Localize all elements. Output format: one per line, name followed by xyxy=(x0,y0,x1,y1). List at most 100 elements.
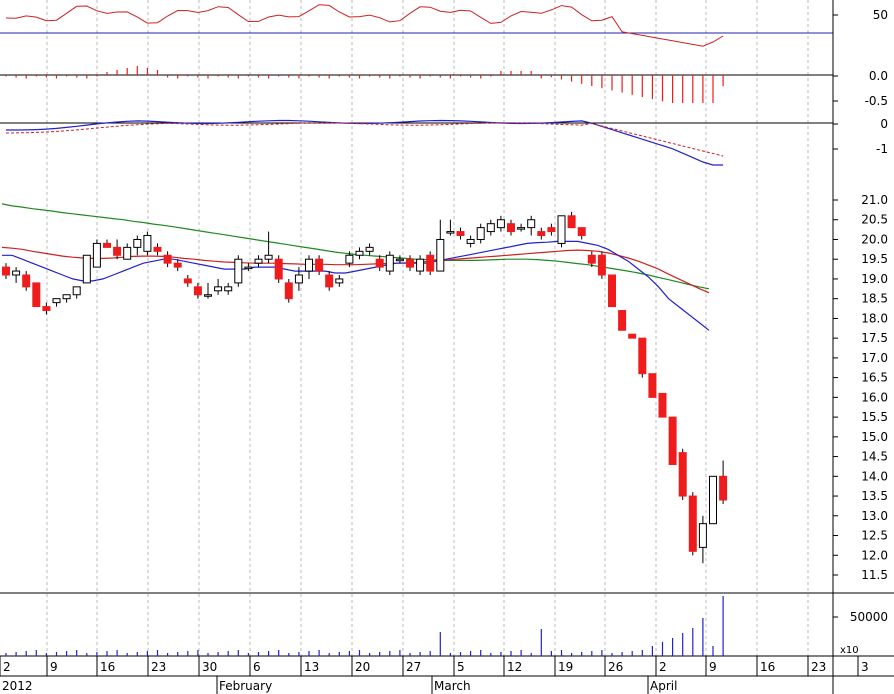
date-tick-label: 2 xyxy=(659,660,667,674)
candle xyxy=(365,246,374,252)
price-tick-label: 18.5 xyxy=(861,292,888,306)
candle xyxy=(335,278,344,284)
date-tick-label: 12 xyxy=(507,660,522,674)
candle xyxy=(325,274,334,288)
candle xyxy=(52,298,61,304)
candle xyxy=(678,452,687,497)
candle xyxy=(476,227,485,240)
candle xyxy=(193,286,202,296)
candle xyxy=(698,523,707,548)
macd-histogram-panel xyxy=(0,66,833,103)
candle xyxy=(406,258,414,268)
price-tick-label: 15.0 xyxy=(861,430,888,444)
candle xyxy=(204,294,212,297)
candle xyxy=(628,333,637,339)
date-tick-label: 23 xyxy=(811,660,826,674)
macd-signal-line xyxy=(5,122,724,157)
candle xyxy=(72,286,81,296)
date-tick-label: 23 xyxy=(151,660,166,674)
candle xyxy=(426,254,435,272)
stock-chart: 50 0.0 -0.5 0 -1 21.0 20.5 20.0 19.5 19.0 18.5 18.0… xyxy=(0,0,894,694)
price-tick-label: 12.5 xyxy=(861,529,888,543)
date-tick-label: 16 xyxy=(760,660,775,674)
macd-panel xyxy=(0,119,833,166)
candle xyxy=(143,235,152,252)
candle xyxy=(163,254,172,264)
volume-panel xyxy=(0,592,894,657)
price-tick-label: 12.0 xyxy=(861,548,888,562)
candle xyxy=(113,246,122,256)
date-tick-label: 2 xyxy=(3,660,11,674)
macd-line xyxy=(6,119,724,166)
candle xyxy=(527,219,536,229)
candle xyxy=(254,258,263,264)
rsi-tick-label: 50 xyxy=(873,8,888,22)
candle xyxy=(294,274,303,284)
price-tick-label: 13.0 xyxy=(861,509,888,523)
volume-scale-label: x10 xyxy=(840,645,859,656)
candle xyxy=(103,242,111,248)
candle xyxy=(709,475,717,525)
candle xyxy=(12,270,21,276)
price-tick-label: 16.5 xyxy=(861,371,888,385)
candle xyxy=(638,337,647,375)
month-label: March xyxy=(434,679,471,693)
candle xyxy=(214,286,223,292)
date-tick-label: 20 xyxy=(355,660,370,674)
macd-hist-tick-label: 0.0 xyxy=(869,69,888,83)
volume-tick-label: 50000 xyxy=(850,610,888,624)
candle xyxy=(123,246,132,260)
date-tick-label: 3 xyxy=(861,660,869,674)
price-panel xyxy=(1,203,728,564)
candle xyxy=(92,242,101,268)
candle xyxy=(315,258,324,272)
price-tick-label: 18.0 xyxy=(861,311,888,325)
date-tick-label: 26 xyxy=(608,660,623,674)
candle xyxy=(82,254,91,284)
candle xyxy=(618,310,627,331)
candle xyxy=(264,254,273,260)
candle xyxy=(446,231,455,234)
date-tick-label: 6 xyxy=(253,660,261,674)
chart-canvas: 50 0.0 -0.5 0 -1 21.0 20.5 20.0 19.5 19.0 18.5 18.0… xyxy=(0,0,894,694)
candle xyxy=(173,262,182,268)
candle xyxy=(345,254,354,264)
macd-tick-label: 0 xyxy=(880,117,888,131)
candle xyxy=(42,306,51,312)
candle xyxy=(355,250,364,256)
candle xyxy=(153,246,162,252)
price-tick-label: 13.5 xyxy=(861,489,888,503)
candle xyxy=(183,278,192,284)
candle xyxy=(496,219,505,229)
candle xyxy=(658,392,667,418)
date-tick-label: 16 xyxy=(100,660,115,674)
candle xyxy=(244,266,253,270)
axes: 50 0.0 -0.5 0 -1 21.0 20.5 20.0 19.5 19.0 18.5 18.0… xyxy=(0,0,894,694)
candle xyxy=(567,215,576,229)
candle xyxy=(688,495,697,552)
date-tick-label: 30 xyxy=(202,660,217,674)
candle xyxy=(375,258,384,268)
candle xyxy=(22,274,31,288)
price-tick-label: 20.0 xyxy=(861,232,888,246)
date-tick-label: 5 xyxy=(457,660,465,674)
candle xyxy=(577,227,586,237)
candle xyxy=(436,238,445,272)
price-tick-label: 14.0 xyxy=(861,469,888,483)
candle xyxy=(668,416,677,465)
date-tick-label: 19 xyxy=(558,660,573,674)
candle xyxy=(32,282,41,308)
price-tick-label: 17.0 xyxy=(861,351,888,365)
candle xyxy=(62,294,71,300)
date-tick-label: 9 xyxy=(709,660,717,674)
candle xyxy=(587,254,596,264)
candle xyxy=(456,231,465,237)
candle xyxy=(305,258,313,272)
macd-tick-label: -1 xyxy=(876,142,888,156)
price-tick-label: 11.5 xyxy=(861,568,888,582)
date-tick-label: 9 xyxy=(50,660,58,674)
date-tick-label: 13 xyxy=(304,660,319,674)
candle xyxy=(2,266,10,276)
price-tick-label: 19.5 xyxy=(861,252,888,266)
candle xyxy=(395,258,404,262)
